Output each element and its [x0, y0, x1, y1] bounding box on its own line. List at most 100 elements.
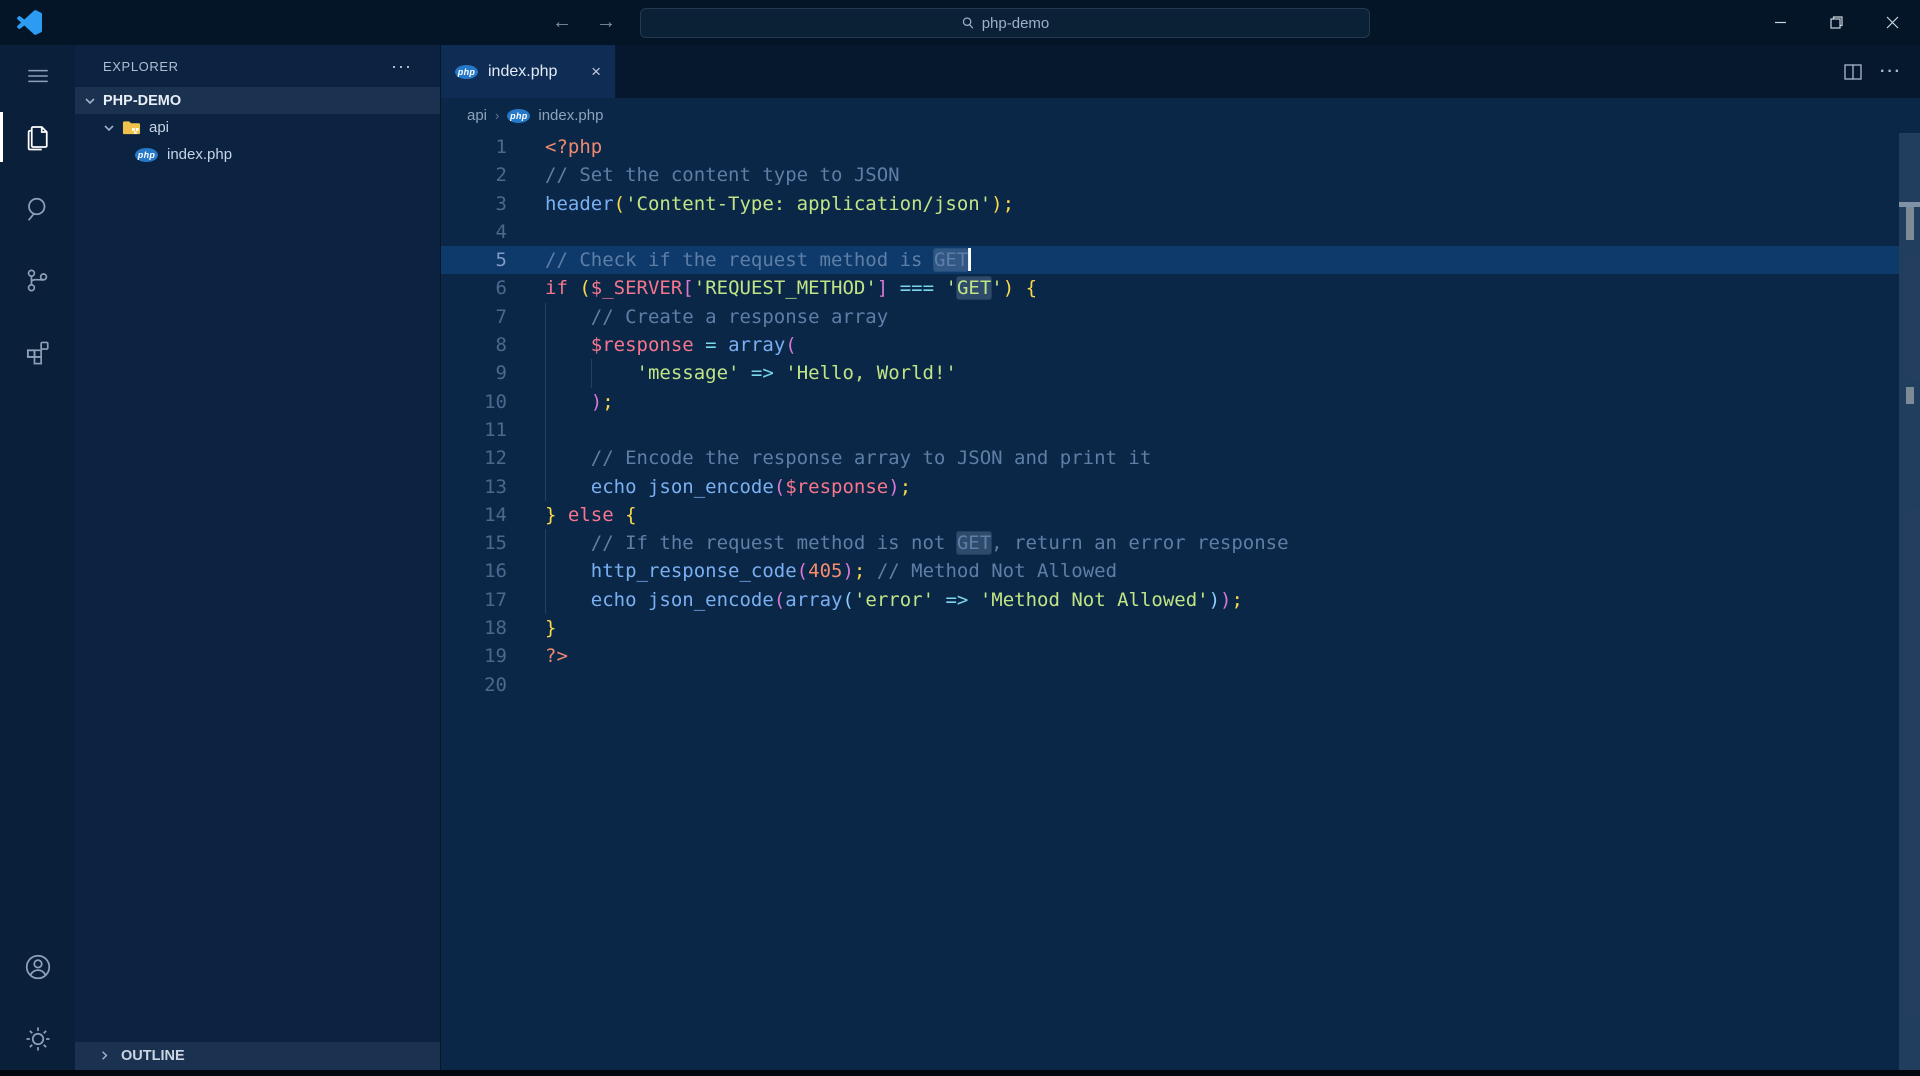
code-token: ( [797, 560, 808, 582]
code-token: ' [991, 277, 1002, 299]
editor-scrollbar[interactable] [1899, 133, 1920, 1076]
breadcrumb-folder[interactable]: api [467, 107, 487, 124]
code-token: ) [1209, 589, 1220, 611]
search-icon [961, 16, 975, 30]
tree-item-folder-api[interactable]: api [75, 114, 440, 141]
code-token [545, 306, 591, 328]
explorer-view-button[interactable] [0, 112, 75, 162]
code-line[interactable]: 11 [441, 416, 1899, 444]
code-line[interactable]: 16 http_response_code(405); // Method No… [441, 557, 1899, 585]
tree-item-project-root[interactable]: PHP-DEMO [75, 87, 440, 114]
chevron-down-icon [82, 93, 98, 109]
explorer-sidebar: EXPLORER ··· PHP-DEMO api php index.php … [75, 45, 441, 1076]
breadcrumb-file[interactable]: index.php [538, 107, 603, 124]
code-line[interactable]: 7 // Create a response array [441, 303, 1899, 331]
code-token: ; [900, 476, 911, 498]
code-line[interactable]: 13 echo json_encode($response); [441, 473, 1899, 501]
overview-ruler-mark [1906, 207, 1914, 240]
indent-guide [545, 557, 546, 585]
code-token: === [900, 277, 934, 299]
indent-guide [591, 359, 592, 387]
code-line[interactable]: 5// Check if the request method is GET [441, 246, 1899, 274]
extensions-view-button[interactable] [0, 326, 75, 376]
code-line[interactable]: 9 'message' => 'Hello, World!' [441, 359, 1899, 387]
code-token: [ [682, 277, 693, 299]
forward-arrow-icon[interactable]: → [596, 11, 616, 34]
restore-button[interactable] [1808, 0, 1864, 45]
search-view-button[interactable] [0, 184, 75, 234]
code-token: // If the request method is not [591, 532, 957, 554]
tab-index-php[interactable]: php index.php × [441, 45, 616, 98]
occurrence-highlight: GET [957, 277, 991, 299]
code-line[interactable]: 15 // If the request method is not GET, … [441, 529, 1899, 557]
menu-button[interactable] [0, 51, 75, 101]
code-token: { [625, 504, 636, 526]
code-line[interactable]: 2// Set the content type to JSON [441, 161, 1899, 189]
code-token: ] [877, 277, 888, 299]
code-token: ( [785, 334, 796, 356]
back-arrow-icon[interactable]: ← [552, 11, 572, 34]
code-line[interactable]: 6if ($_SERVER['REQUEST_METHOD'] === 'GET… [441, 274, 1899, 302]
indent-guide [545, 388, 546, 416]
indent-guide [545, 586, 546, 614]
tab-close-icon[interactable]: × [591, 62, 601, 82]
code-token [637, 589, 648, 611]
outline-section-header[interactable]: OUTLINE [75, 1042, 440, 1070]
php-file-icon: php [507, 109, 530, 123]
code-editor[interactable]: 1<?php2// Set the content type to JSON3h… [441, 133, 1920, 1076]
code-line[interactable]: 4 [441, 218, 1899, 246]
command-center-search[interactable]: php-demo [640, 8, 1370, 38]
code-line[interactable]: 10 ); [441, 388, 1899, 416]
code-token: ( [842, 589, 853, 611]
settings-button[interactable] [0, 1014, 75, 1064]
code-token: => [751, 362, 774, 384]
code-token: } [545, 617, 556, 639]
code-token [568, 277, 579, 299]
close-icon [1886, 16, 1899, 29]
tree-item-file-index-php[interactable]: php index.php [75, 141, 440, 168]
account-icon [23, 952, 53, 982]
code-line[interactable]: 1<?php [441, 133, 1899, 161]
files-icon [23, 122, 53, 152]
code-token: json_encode [648, 476, 774, 498]
code-token [545, 476, 591, 498]
line-number: 7 [441, 303, 507, 331]
code-token: ) [1003, 277, 1014, 299]
code-line[interactable]: 12 // Encode the response array to JSON … [441, 444, 1899, 472]
code-token: // Encode the response array to JSON and… [591, 447, 1152, 469]
code-token: else [568, 504, 614, 526]
account-button[interactable] [0, 942, 75, 992]
editor-more-actions-icon[interactable]: ··· [1880, 63, 1902, 81]
code-line[interactable]: 19?> [441, 642, 1899, 670]
code-token [545, 560, 591, 582]
code-token: $response [785, 476, 888, 498]
code-line[interactable]: 18} [441, 614, 1899, 642]
code-line[interactable]: 20 [441, 671, 1899, 699]
source-control-view-button[interactable] [0, 255, 75, 305]
explorer-more-actions[interactable]: ··· [391, 56, 412, 77]
code-token: ( [774, 476, 785, 498]
extensions-icon [23, 337, 52, 366]
breadcrumb-separator: › [495, 108, 499, 123]
code-token: , return an error response [991, 532, 1288, 554]
close-button[interactable] [1864, 0, 1920, 45]
code-token: ( [579, 277, 590, 299]
code-line[interactable]: 17 echo json_encode(array('error' => 'Me… [441, 586, 1899, 614]
vscode-logo-icon [17, 10, 42, 35]
code-token: 'Content-Type: application/json' [625, 193, 991, 215]
split-editor-icon[interactable] [1844, 64, 1862, 80]
code-line[interactable]: 8 $response = array( [441, 331, 1899, 359]
gear-icon [23, 1024, 53, 1054]
indent-guide [545, 331, 546, 359]
indent-guide [545, 529, 546, 557]
code-token: $_SERVER [591, 277, 683, 299]
code-token: ) [591, 391, 602, 413]
code-token [739, 362, 750, 384]
code-line[interactable]: 3header('Content-Type: application/json'… [441, 190, 1899, 218]
code-token [545, 391, 591, 413]
code-token: // Create a response array [591, 306, 888, 328]
code-token: ; [602, 391, 613, 413]
code-line[interactable]: 14} else { [441, 501, 1899, 529]
restore-icon [1830, 16, 1843, 29]
minimize-button[interactable] [1752, 0, 1808, 45]
